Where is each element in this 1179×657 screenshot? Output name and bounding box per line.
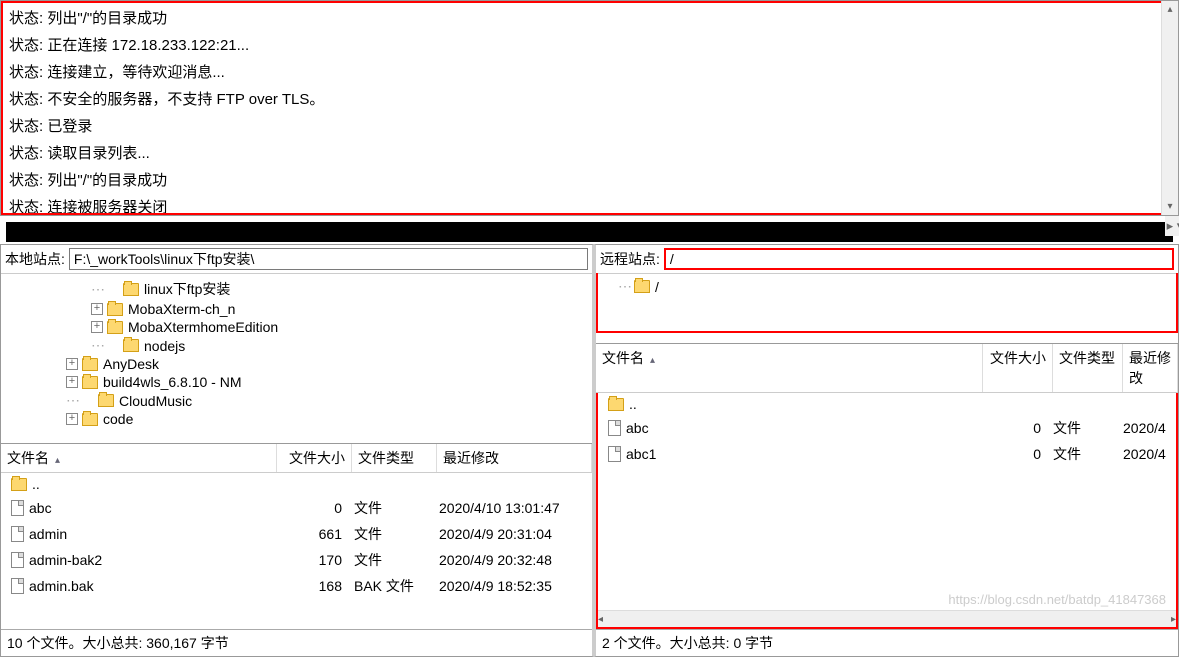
folder-icon [634,280,650,293]
scroll-track[interactable] [1162,18,1178,198]
main-split: 本地站点: ⋯linux下ftp安装 +MobaXterm-ch_n +Moba… [0,244,1179,657]
log-line: 状态: 已登录 [9,115,1155,136]
sort-asc-icon: ▴ [55,455,60,466]
expand-icon[interactable]: + [91,303,103,315]
watermark-text: https://blog.csdn.net/batdp_41847368 [948,592,1166,607]
tree-item[interactable]: +AnyDesk [1,355,592,373]
tree-item[interactable]: ⋯CloudMusic [1,391,592,410]
log-line: 状态: 正在连接 172.18.233.122:21... [9,34,1155,55]
file-icon [11,578,24,594]
file-icon [11,526,24,542]
folder-icon [107,321,123,334]
col-name[interactable]: 文件名▴ [1,444,277,472]
sort-asc-icon: ▴ [650,355,655,366]
remote-panel: 远程站点: ⋯/ 文件名▴ 文件大小 文件类型 最近修改 .. abc 0文件2… [594,244,1179,657]
file-row[interactable]: admin-bak2 170文件2020/4/9 20:32:48 [1,547,592,573]
tree-item[interactable]: ⋯nodejs [1,336,592,355]
log-line: 状态: 不安全的服务器，不支持 FTP over TLS。 [9,88,1155,109]
log-line: 状态: 读取目录列表... [9,142,1155,163]
log-line: 状态: 列出"/"的目录成功 [9,7,1155,28]
folder-icon [82,358,98,371]
parent-dir-row[interactable]: .. [1,473,592,495]
log-scrollbar[interactable]: ▴ ▾ [1161,1,1178,215]
log-line: 状态: 列出"/"的目录成功 [9,169,1155,190]
local-file-list[interactable]: 文件名▴ 文件大小 文件类型 最近修改 .. abc 0文件2020/4/10 … [1,444,592,629]
remote-site-label: 远程站点: [600,249,660,269]
local-list-header: 文件名▴ 文件大小 文件类型 最近修改 [1,444,592,473]
file-icon [608,446,621,462]
scroll-up-icon[interactable]: ▴ [1162,1,1178,18]
tree-item[interactable]: +code [1,410,592,428]
tree-item[interactable]: +MobaXtermhomeEdition [1,318,592,336]
history-dropdown-icon[interactable]: ▸ ▾ [1165,216,1179,236]
expand-icon[interactable]: + [91,321,103,333]
col-date[interactable]: 最近修改 [437,444,592,472]
tree-item[interactable]: ⋯linux下ftp安装 [1,278,592,300]
folder-icon [82,413,98,426]
quickconnect-bar[interactable] [6,222,1173,242]
local-site-label: 本地站点: [5,249,65,269]
local-status-bar: 10 个文件。大小总共: 360,167 字节 [1,629,592,656]
folder-icon [608,398,624,411]
folder-icon [107,303,123,316]
local-site-row: 本地站点: [1,245,592,274]
file-row[interactable]: abc1 0文件2020/4 [598,441,1176,467]
file-icon [11,552,24,568]
remote-h-scrollbar[interactable]: ◂ ▸ [598,610,1176,627]
remote-site-input[interactable] [664,248,1174,270]
folder-icon [82,376,98,389]
tree-item[interactable]: ⋯/ [598,277,1176,296]
expand-icon[interactable]: + [66,376,78,388]
col-type[interactable]: 文件类型 [1053,344,1123,392]
folder-icon [98,394,114,407]
folder-icon [123,283,139,296]
remote-list-header: 文件名▴ 文件大小 文件类型 最近修改 [596,344,1178,393]
folder-icon [123,339,139,352]
remote-tree[interactable]: ⋯/ [596,273,1178,333]
col-date[interactable]: 最近修改 [1123,344,1178,392]
parent-dir-row[interactable]: .. [598,393,1176,415]
remote-status-bar: 2 个文件。大小总共: 0 字节 [596,629,1178,656]
local-tree[interactable]: ⋯linux下ftp安装 +MobaXterm-ch_n +MobaXtermh… [1,274,592,444]
remote-site-row: 远程站点: [596,245,1178,274]
file-icon [11,500,24,516]
tree-item[interactable]: +build4wls_6.8.10 - NM [1,373,592,391]
col-size[interactable]: 文件大小 [277,444,352,472]
log-line: 状态: 连接被服务器关闭 [9,196,1155,215]
local-site-input[interactable] [69,248,588,270]
file-row[interactable]: abc 0文件2020/4 [598,415,1176,441]
col-size[interactable]: 文件大小 [983,344,1053,392]
local-panel: 本地站点: ⋯linux下ftp安装 +MobaXterm-ch_n +Moba… [0,244,594,657]
expand-icon[interactable]: + [66,413,78,425]
scroll-right-icon[interactable]: ▸ [1171,611,1176,628]
status-log-pane: 状态: 列出"/"的目录成功 状态: 正在连接 172.18.233.122:2… [0,0,1179,216]
folder-icon [11,478,27,491]
file-row[interactable]: admin.bak 168BAK 文件2020/4/9 18:52:35 [1,573,592,599]
file-row[interactable]: abc 0文件2020/4/10 13:01:47 [1,495,592,521]
remote-file-list[interactable]: .. abc 0文件2020/4 abc1 0文件2020/4 https://… [596,393,1178,629]
log-line: 状态: 连接建立，等待欢迎消息... [9,61,1155,82]
status-log-content[interactable]: 状态: 列出"/"的目录成功 状态: 正在连接 172.18.233.122:2… [1,1,1161,215]
col-name[interactable]: 文件名▴ [596,344,983,392]
col-type[interactable]: 文件类型 [352,444,437,472]
expand-icon[interactable]: + [66,358,78,370]
scroll-down-icon[interactable]: ▾ [1162,198,1178,215]
file-row[interactable]: admin 661文件2020/4/9 20:31:04 [1,521,592,547]
file-icon [608,420,621,436]
tree-item[interactable]: +MobaXterm-ch_n [1,300,592,318]
